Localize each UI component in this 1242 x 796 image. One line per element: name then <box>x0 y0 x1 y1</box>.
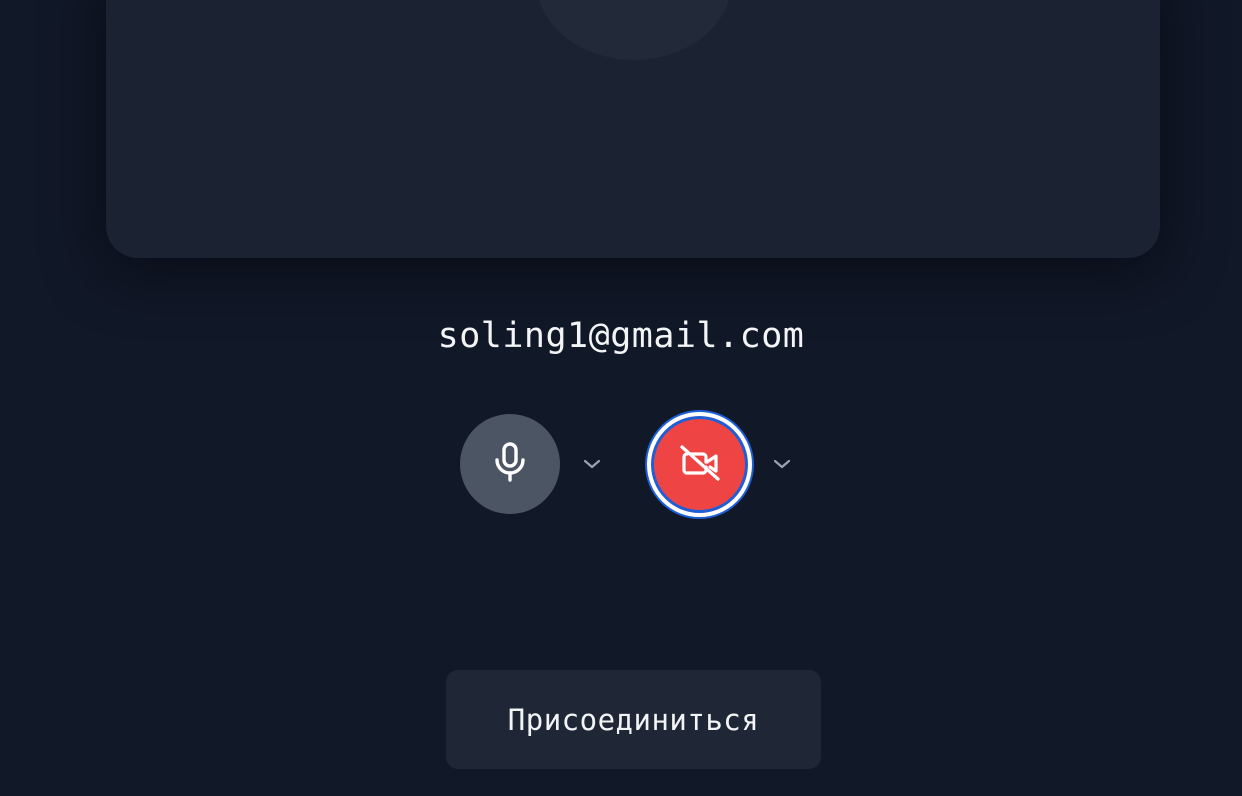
user-email: soling1@gmail.com <box>437 316 805 356</box>
pre-join-screen: soling1@gmail.com Присоединиться <box>0 0 1242 796</box>
microphone-icon <box>493 442 527 486</box>
chevron-down-icon <box>773 455 791 474</box>
video-preview <box>106 0 1160 258</box>
video-off-icon <box>679 443 721 487</box>
camera-options-dropdown[interactable] <box>770 452 794 476</box>
camera-toggle-button[interactable] <box>647 412 752 517</box>
avatar-placeholder <box>536 0 732 60</box>
join-button[interactable]: Присоединиться <box>446 670 821 769</box>
chevron-down-icon <box>583 455 601 474</box>
microphone-toggle-button[interactable] <box>460 414 560 514</box>
microphone-options-dropdown[interactable] <box>580 452 604 476</box>
